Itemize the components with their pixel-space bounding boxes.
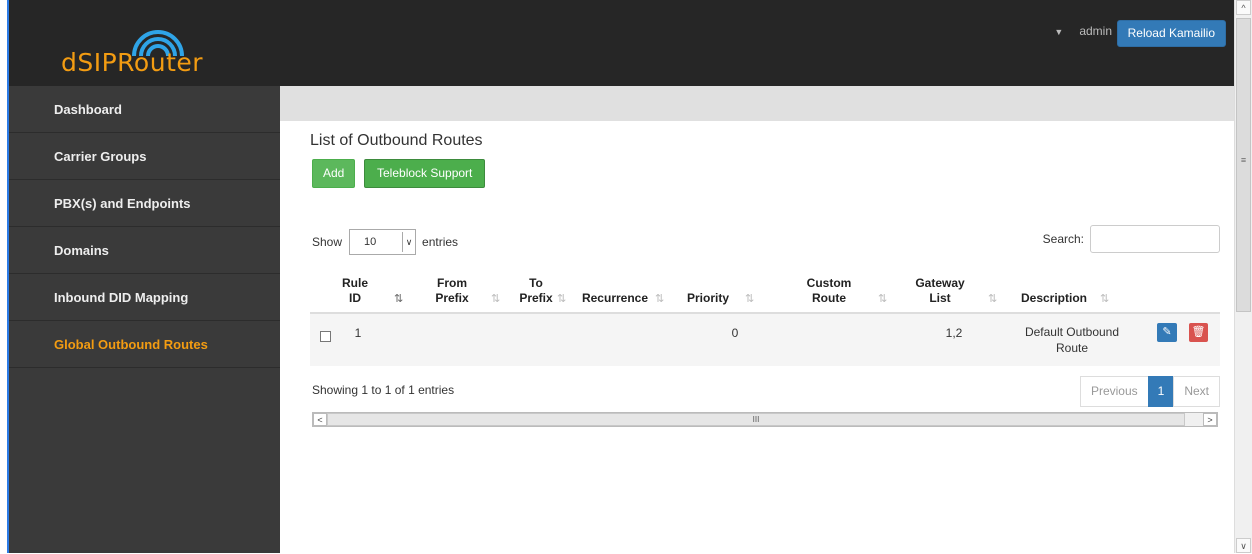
sidebar-item-label: Global Outbound Routes [54,336,208,352]
column-header-custom-route[interactable]: Custom Route [805,276,853,306]
chevron-down-icon: ∨ [402,232,415,252]
user-menu[interactable]: ▼ admin [1054,24,1112,38]
column-header-gateway-list[interactable]: Gateway List [914,276,966,306]
sidebar-item-inbound-did-mapping[interactable]: Inbound DID Mapping [9,274,280,321]
sort-both-icon: ⇅ [988,293,998,305]
app-logo[interactable]: dSIPRouter [61,48,203,77]
pagination-page-1[interactable]: 1 [1147,376,1175,407]
pagination-previous[interactable]: Previous [1079,376,1149,407]
sort-both-icon: ⇅ [1100,293,1110,305]
column-label: Custom [806,276,852,290]
scroll-right-arrow-icon[interactable]: > [1203,413,1217,426]
sidebar-item-label: PBX(s) and Endpoints [54,195,191,211]
column-label: Recurrence [581,291,649,305]
column-label: Rule [341,276,368,290]
scroll-up-arrow-icon[interactable]: ^ [1236,0,1251,15]
column-header-from-prefix[interactable]: From Prefix [432,276,472,306]
column-header-to-prefix[interactable]: To Prefix [516,276,556,306]
reload-kamailio-button[interactable]: Reload Kamailio [1116,20,1226,47]
sidebar-item-label: Carrier Groups [54,148,147,164]
teleblock-support-button[interactable]: Teleblock Support [364,159,486,188]
sidebar-nav: Dashboard Carrier Groups PBX(s) and Endp… [9,86,280,553]
cell-priority: 0 [731,326,739,340]
column-label: Prefix [435,291,469,305]
sidebar-item-domains[interactable]: Domains [9,227,280,274]
column-label: To [529,276,543,290]
top-navbar: dSIPRouter ▼ admin Reload Kamailio [9,0,1234,86]
column-label: Route [812,291,846,305]
sidebar-item-label: Dashboard [54,101,122,117]
table-header: Rule ID ⇅ From Prefix ⇅ To Prefix ⇅ Recu… [310,272,1220,314]
table-row[interactable]: 1 0 1,2 Default Outbound Route ✎ 🗑 [310,314,1220,366]
cell-rule-id: 1 [354,326,362,340]
column-label: List [929,291,951,305]
column-label: Description [1020,291,1087,305]
pagination-next[interactable]: Next [1173,376,1220,407]
sort-both-icon: ⇅ [655,293,665,305]
search-control: Search: [1043,225,1220,253]
trash-icon: 🗑 [1191,326,1206,338]
sidebar-item-label: Domains [54,242,109,258]
description-line: Default Outbound [1024,325,1120,339]
browser-frame: dSIPRouter ▼ admin Reload Kamailio Dashbo… [0,0,1252,553]
sort-ascending-icon: ⇅ [394,293,404,305]
caret-down-icon: ▼ [1054,27,1064,37]
sort-both-icon: ⇅ [557,293,567,305]
horizontal-scrollbar[interactable]: < III > [312,412,1218,427]
page-title: List of Outbound Routes [310,132,483,149]
column-label: Priority [686,291,729,305]
table-info: Showing 1 to 1 of 1 entries [312,383,455,397]
column-header-priority[interactable]: Priority [682,291,734,306]
entries-select-value: 10 [364,236,377,248]
pagination: Previous 1 Next [1079,376,1220,407]
column-header-description[interactable]: Description [1014,291,1094,306]
sort-both-icon: ⇅ [745,293,755,305]
sort-both-icon: ⇅ [878,293,888,305]
entries-label: entries [422,235,459,249]
horizontal-scroll-thumb[interactable]: III [327,413,1185,426]
cell-description: Default Outbound Route [1012,324,1132,356]
sidebar-item-pbx-endpoints[interactable]: PBX(s) and Endpoints [9,180,280,227]
show-label: Show [312,235,343,249]
cell-gateway-list: 1,2 [945,326,963,340]
sidebar-item-dashboard[interactable]: Dashboard [9,86,280,133]
edit-button[interactable]: ✎ [1157,323,1177,342]
vertical-scroll-thumb[interactable]: ≡ [1236,18,1251,312]
search-label: Search: [1042,232,1084,246]
entries-select[interactable]: 10 ∨ [349,229,417,255]
vertical-scrollbar[interactable]: ^ ≡ ∨ [1234,0,1252,553]
search-input[interactable] [1090,225,1220,253]
row-select-checkbox[interactable] [320,331,331,342]
main-content: List of Outbound Routes Add Teleblock Su… [280,86,1234,553]
pencil-icon: ✎ [1162,326,1172,338]
column-label: From [437,276,467,290]
column-header-rule-id[interactable]: Rule ID [340,276,370,306]
delete-button[interactable]: 🗑 [1189,323,1208,342]
column-header-recurrence[interactable]: Recurrence [577,291,653,306]
sort-both-icon: ⇅ [491,293,501,305]
column-label: Gateway [915,276,965,290]
entries-length-control: Show 10 ∨ entries [312,229,458,255]
sidebar-item-global-outbound-routes[interactable]: Global Outbound Routes [9,321,280,368]
column-label: Prefix [519,291,553,305]
user-name: admin [1079,24,1112,38]
description-line: Route [1055,341,1089,355]
sidebar-item-label: Inbound DID Mapping [54,289,189,305]
scroll-down-arrow-icon[interactable]: ∨ [1236,538,1251,553]
window-edge [0,0,9,553]
add-button[interactable]: Add [312,159,356,188]
column-label: ID [349,291,361,305]
content-header-band [280,86,1234,121]
scroll-left-arrow-icon[interactable]: < [313,413,327,426]
sidebar-item-carrier-groups[interactable]: Carrier Groups [9,133,280,180]
